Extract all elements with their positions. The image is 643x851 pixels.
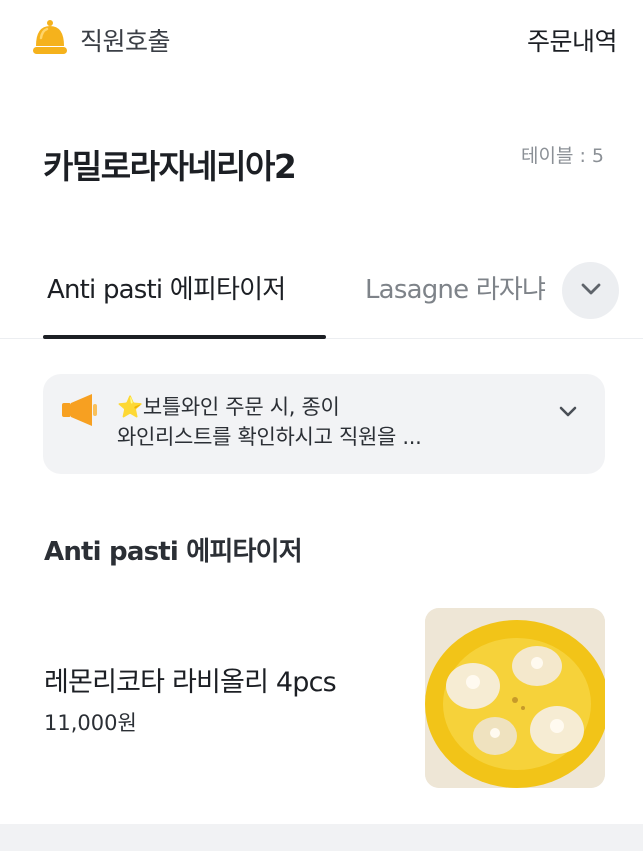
tab-anti-pasti[interactable]: Anti pasti 에피타이저 (47, 269, 286, 306)
top-bar: 직원호출 주문내역 (0, 0, 643, 80)
bell-icon (30, 18, 70, 62)
notice-banner[interactable]: ⭐보틀와인 주문 시, 종이 와인리스트를 확인하시고 직원을 ... (43, 374, 605, 474)
megaphone-icon (60, 391, 100, 435)
order-history-button[interactable]: 주문내역 (527, 22, 618, 58)
chevron-down-icon[interactable] (556, 400, 580, 428)
tab-lasagne[interactable]: Lasagne 라자냐 (365, 269, 555, 306)
category-tabs: Anti pasti 에피타이저 Lasagne 라자냐 (0, 255, 643, 339)
menu-item-name: 레몬리코타 라비올리 4pcs (44, 667, 337, 698)
chevron-down-icon (578, 276, 604, 306)
notice-text: ⭐보틀와인 주문 시, 종이 와인리스트를 확인하시고 직원을 ... (117, 392, 537, 452)
notice-line-1: ⭐보틀와인 주문 시, 종이 (117, 395, 340, 419)
notice-line-2: 와인리스트를 확인하시고 직원을 ... (117, 425, 422, 449)
table-number: 테이블 : 5 (520, 145, 604, 167)
tabs-expand-button[interactable] (562, 262, 619, 319)
call-staff-button[interactable]: 직원호출 (30, 18, 171, 62)
bottom-divider (0, 824, 643, 851)
store-name: 카밀로라자네리아2 (43, 147, 297, 186)
section-title: Anti pasti 에피타이저 (44, 537, 303, 567)
menu-item[interactable]: 레몬리코타 라비올리 4pcs 11,000원 (0, 590, 643, 805)
menu-item-photo (425, 608, 605, 788)
active-tab-indicator (43, 335, 326, 339)
menu-item-price: 11,000원 (44, 711, 137, 735)
call-staff-label: 직원호출 (80, 27, 171, 56)
